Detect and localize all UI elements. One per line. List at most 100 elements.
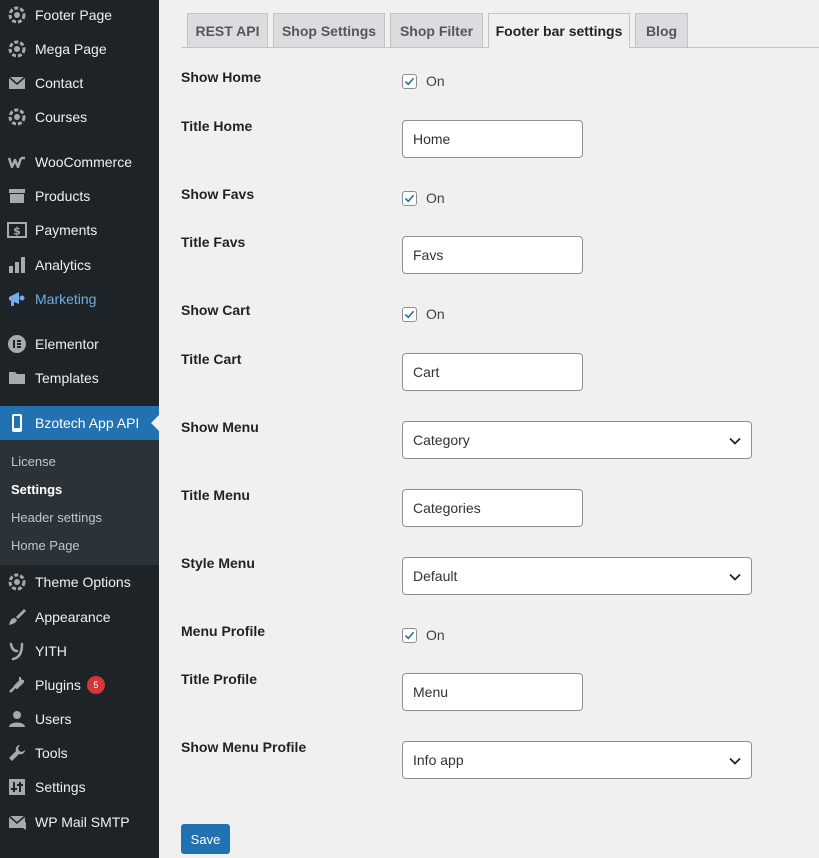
style-menu-select[interactable]: Default [402,557,752,595]
menu-item-tools[interactable]: Tools [0,736,159,770]
menu-item-theme-options[interactable]: Theme Options [0,565,159,599]
show-cart-checkbox[interactable] [402,306,417,322]
menu-profile-checkbox-label: On [426,627,445,643]
menu-label: Analytics [35,257,92,273]
menu-label: Tools [35,745,68,761]
tab-footer-bar-settings[interactable]: Footer bar settings [488,13,630,48]
menu-item-contact[interactable]: Contact [0,66,159,100]
title-favs-label: Title Favs [181,234,246,250]
title-profile-label: Title Profile [181,671,257,687]
menu-item-templates[interactable]: Templates [0,361,159,395]
show-menu-profile-selected-value: Info app [413,752,464,768]
menu-item-mega-page[interactable]: Mega Page [0,32,159,66]
title-home-input[interactable]: Home [402,120,583,158]
submenu: License Settings Header settings Home Pa… [0,440,159,565]
menu-label: Plugins [35,677,81,693]
tab-shop-filter[interactable]: Shop Filter [390,13,483,47]
show-menu-selected-value: Category [413,432,470,448]
show-menu-profile-select[interactable]: Info app [402,741,752,779]
user-icon [7,709,27,729]
menu-item-elementor[interactable]: Elementor [0,327,159,361]
submenu-item-home-page[interactable]: Home Page [11,538,80,553]
menu-label: Templates [35,370,99,386]
phone-icon [7,413,27,433]
style-menu-label: Style Menu [181,555,255,571]
plug-icon [7,675,27,695]
menu-item-analytics[interactable]: Analytics [0,248,159,282]
menu-item-appearance[interactable]: Appearance [0,600,159,634]
menu-item-users[interactable]: Users [0,702,159,736]
bar-chart-icon [7,255,27,275]
show-cart-checkbox-label: On [426,306,445,322]
menu-item-footer-page[interactable]: Footer Page [0,0,159,32]
show-menu-profile-label: Show Menu Profile [181,739,307,755]
title-cart-label: Title Cart [181,351,242,367]
menu-label: WooCommerce [35,154,132,170]
menu-item-plugins[interactable]: Plugins 5 [0,668,159,702]
menu-label: YITH [35,643,67,659]
menu-label: Marketing [35,291,97,307]
megaphone-icon [7,289,27,309]
title-home-label: Title Home [181,118,253,134]
show-favs-option: On [402,190,445,206]
submenu-item-license[interactable]: License [11,454,56,469]
show-home-checkbox[interactable] [402,73,417,89]
menu-label: Payments [35,222,98,238]
show-menu-select[interactable]: Category [402,421,752,459]
show-favs-checkbox-label: On [426,190,445,206]
menu-label: Contact [35,75,84,91]
show-cart-label: Show Cart [181,302,251,318]
menu-label: Products [35,188,91,204]
title-cart-input[interactable]: Cart [402,353,583,391]
menu-item-wp-mail-smtp[interactable]: WP Mail SMTP [0,805,159,839]
sliders-icon [7,777,27,797]
submenu-item-settings[interactable]: Settings [11,482,62,497]
show-home-option: On [402,73,445,89]
current-indicator [151,415,159,431]
menu-label: Mega Page [35,41,107,57]
dollar-card-icon: $ [7,220,27,240]
menu-label: Elementor [35,336,99,352]
menu-label: Settings [35,779,86,795]
menu-label: Users [35,711,72,727]
elementor-icon [7,334,27,354]
tab-blog[interactable]: Blog [635,13,688,47]
wrench-icon [7,743,27,763]
menu-item-woocommerce[interactable]: WooCommerce [0,145,159,179]
mail-icon [7,812,27,832]
show-cart-option: On [402,306,445,322]
menu-profile-checkbox[interactable] [402,627,417,643]
bzotech-gear-icon [7,572,27,592]
menu-item-bzotech-app-api[interactable]: Bzotech App API [0,406,159,440]
menu-label: WP Mail SMTP [35,814,130,830]
yith-icon [7,641,27,661]
tab-rest-api[interactable]: REST API [187,13,268,47]
menu-profile-option: On [402,627,445,643]
menu-item-settings[interactable]: Settings [0,770,159,804]
menu-label: Theme Options [35,574,131,590]
bzotech-gear-icon [7,107,27,127]
show-favs-checkbox[interactable] [402,190,417,206]
show-home-label: Show Home [181,69,262,85]
title-menu-input[interactable]: Categories [402,489,583,527]
admin-sidebar: Footer Page Mega Page Contact Courses Wo… [0,0,159,858]
folder-icon [7,368,27,388]
bzotech-gear-icon [7,5,27,25]
envelope-icon [7,73,27,93]
menu-item-yith[interactable]: YITH [0,634,159,668]
menu-item-marketing[interactable]: Marketing [0,282,159,316]
title-favs-input[interactable]: Favs [402,236,583,274]
archive-icon [7,186,27,206]
tab-shop-settings[interactable]: Shop Settings [273,13,385,47]
menu-label: Bzotech App API [35,415,140,431]
menu-item-products[interactable]: Products [0,179,159,213]
save-button[interactable]: Save [181,824,230,854]
menu-item-courses[interactable]: Courses [0,100,159,134]
svg-text:$: $ [13,225,21,238]
chevron-down-icon [729,757,741,765]
menu-item-payments[interactable]: $ Payments [0,213,159,247]
style-menu-selected-value: Default [413,568,458,584]
show-favs-label: Show Favs [181,186,255,202]
submenu-item-header-settings[interactable]: Header settings [11,510,102,525]
title-profile-input[interactable]: Menu [402,673,583,711]
